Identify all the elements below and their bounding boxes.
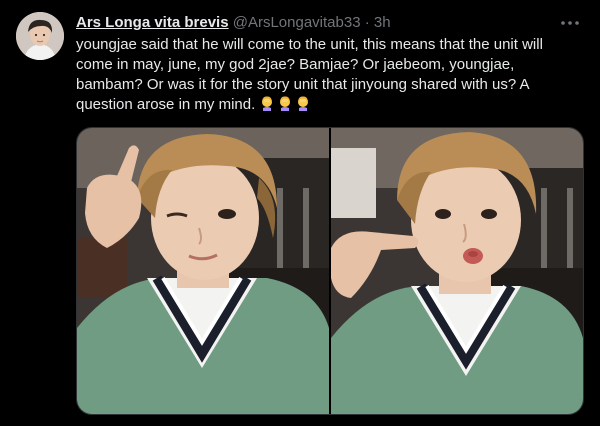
tweet-header: Ars Longa vita brevis @ArsLongavitab33 ·… <box>76 13 556 33</box>
more-dots-icon[interactable] <box>560 13 580 33</box>
woman-facepalming-icon <box>280 96 291 111</box>
tweet-text: youngjae said that he will come to the u… <box>76 35 581 115</box>
woman-facepalming-icon <box>262 96 273 111</box>
tweet[interactable]: Ars Longa vita brevis @ArsLongavitab33 ·… <box>0 0 600 426</box>
emoji-group <box>259 96 313 113</box>
woman-facepalming-icon <box>298 96 309 111</box>
timestamp[interactable]: 3h <box>374 14 391 31</box>
user-handle[interactable]: @ArsLongavitab33 <box>233 14 361 31</box>
media-grid <box>76 127 584 415</box>
separator-dot: · <box>364 14 370 31</box>
photo-kiss[interactable] <box>331 128 583 414</box>
display-name[interactable]: Ars Longa vita brevis <box>76 14 229 31</box>
photo-wink[interactable] <box>77 128 329 414</box>
avatar[interactable] <box>16 12 64 60</box>
